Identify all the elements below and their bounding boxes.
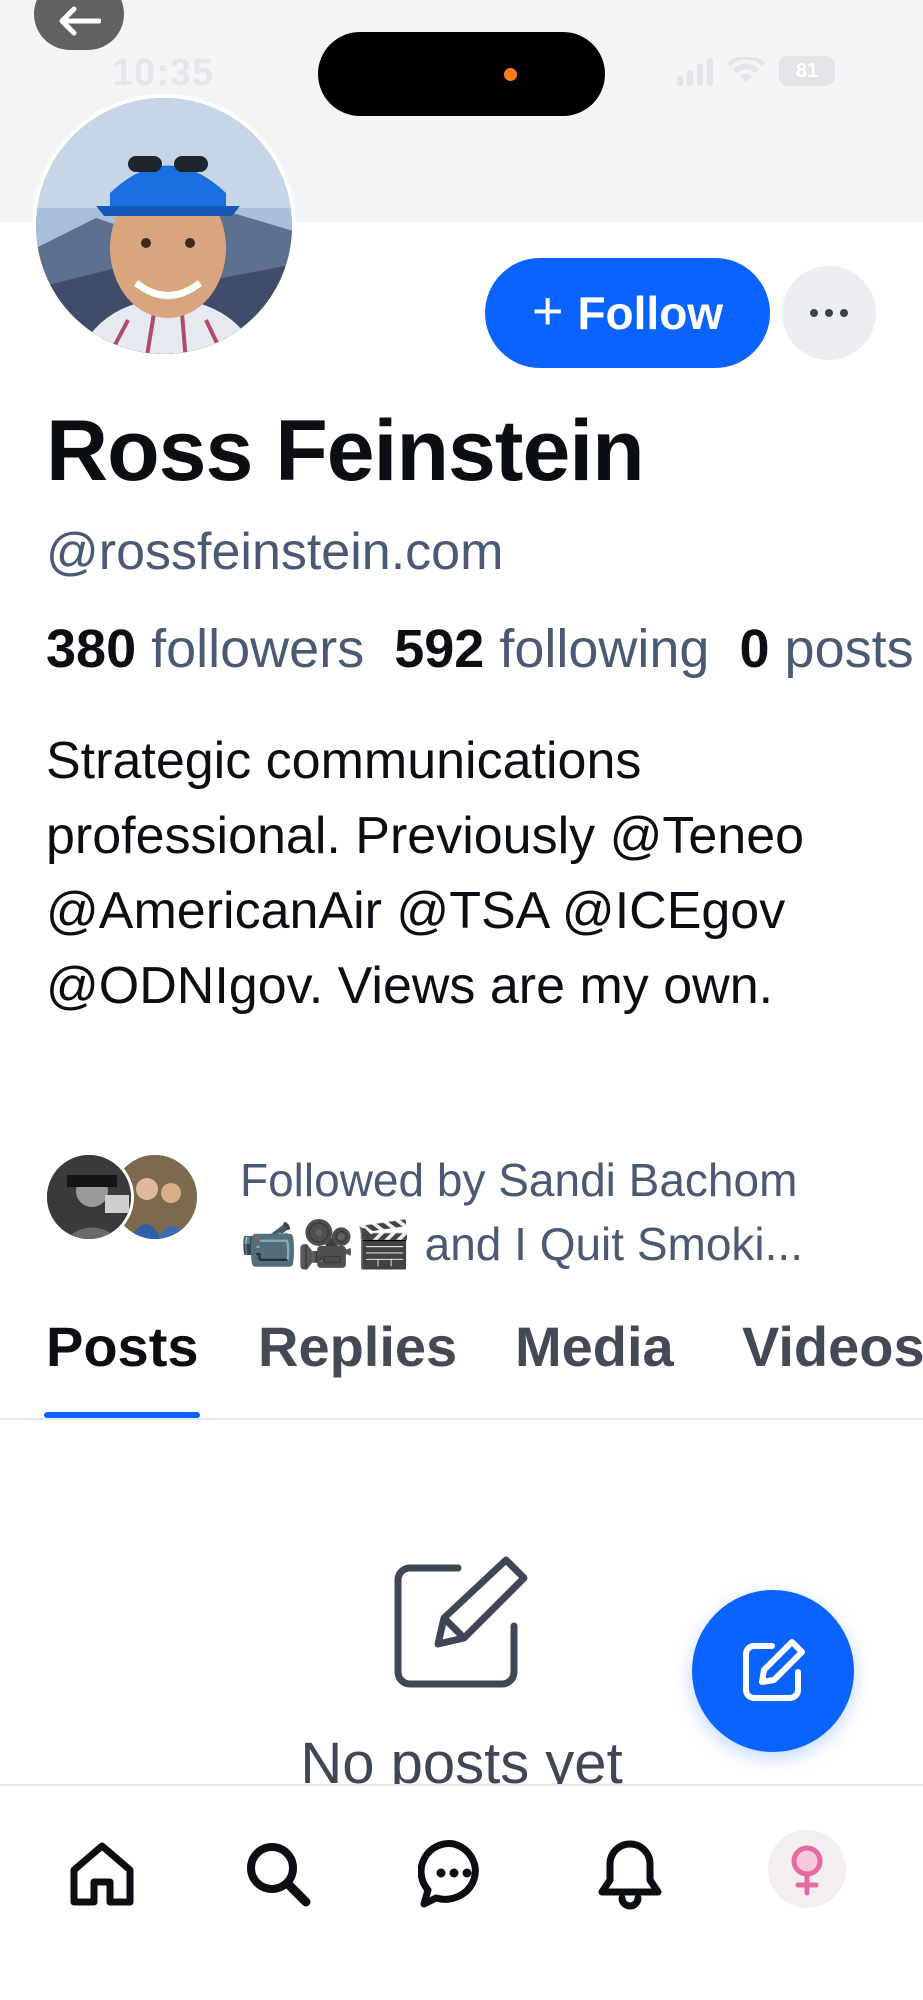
search-icon bbox=[247, 1843, 311, 1907]
tab-media[interactable]: Media bbox=[515, 1314, 674, 1379]
avatar-photo bbox=[36, 98, 292, 354]
nav-profile-avatar[interactable] bbox=[768, 1830, 846, 1908]
battery-icon: 81 bbox=[779, 56, 835, 86]
status-icons: 81 bbox=[677, 56, 835, 86]
following-label: following bbox=[499, 619, 710, 679]
active-tab-indicator bbox=[44, 1412, 200, 1418]
follower-avatar bbox=[44, 1152, 134, 1242]
follow-label: Follow bbox=[577, 287, 724, 339]
status-time: 10:35 bbox=[112, 52, 215, 94]
profile-avatar[interactable] bbox=[32, 94, 296, 358]
known-followers[interactable]: Followed by Sandi Bachom 📹🎥🎬 and I Quit … bbox=[44, 1148, 904, 1278]
followed-by-line1: Followed by Sandi Bachom bbox=[240, 1154, 798, 1206]
compose-icon bbox=[743, 1639, 805, 1701]
display-name: Ross Feinstein bbox=[46, 403, 645, 499]
follow-button[interactable]: + Follow bbox=[485, 258, 770, 368]
ellipsis-icon bbox=[810, 309, 818, 317]
tab-videos[interactable]: Videos bbox=[742, 1314, 923, 1379]
tab-posts[interactable]: Posts bbox=[46, 1314, 199, 1379]
female-symbol-icon bbox=[791, 1845, 823, 1896]
compose-post-button[interactable] bbox=[692, 1590, 854, 1752]
tab-replies[interactable]: Replies bbox=[258, 1314, 457, 1379]
profile-bio: Strategic communications professional. P… bbox=[46, 732, 805, 1015]
chat-icon bbox=[418, 1840, 479, 1908]
profile-handle[interactable]: @rossfeinstein.com bbox=[46, 522, 503, 582]
bell-icon bbox=[598, 1840, 662, 1910]
followers-label: followers bbox=[151, 619, 365, 679]
followers-link[interactable]: 380 followers bbox=[46, 619, 364, 679]
followed-by-text: Followed by Sandi Bachom 📹🎥🎬 and I Quit … bbox=[240, 1148, 900, 1276]
edit-square-icon bbox=[394, 1556, 528, 1688]
nav-home[interactable] bbox=[60, 1832, 144, 1916]
following-link[interactable]: 592 following bbox=[394, 619, 709, 679]
arrow-left-icon bbox=[59, 6, 101, 36]
wifi-icon bbox=[727, 57, 765, 83]
nav-notifications[interactable] bbox=[588, 1832, 672, 1916]
nav-chat[interactable] bbox=[412, 1832, 496, 1916]
posts-stat: 0 posts bbox=[739, 619, 913, 679]
recording-indicator-dot bbox=[504, 68, 517, 81]
signal-icon bbox=[677, 56, 713, 86]
dynamic-island bbox=[318, 32, 605, 116]
followed-by-line2: 📹🎥🎬 and I Quit Smoki... bbox=[240, 1218, 803, 1270]
followers-count: 380 bbox=[46, 619, 137, 679]
home-icon bbox=[70, 1842, 134, 1906]
nav-search[interactable] bbox=[236, 1832, 320, 1916]
profile-tabs: Posts Replies Media Videos bbox=[0, 1300, 923, 1420]
following-count: 592 bbox=[394, 619, 485, 679]
bottom-navigation bbox=[0, 1784, 923, 2000]
more-options-button[interactable] bbox=[782, 266, 876, 360]
profile-stats: 380 followers 592 following 0 posts bbox=[46, 618, 914, 680]
posts-label: posts bbox=[784, 619, 914, 679]
posts-count: 0 bbox=[739, 619, 770, 679]
plus-icon: + bbox=[531, 281, 564, 341]
